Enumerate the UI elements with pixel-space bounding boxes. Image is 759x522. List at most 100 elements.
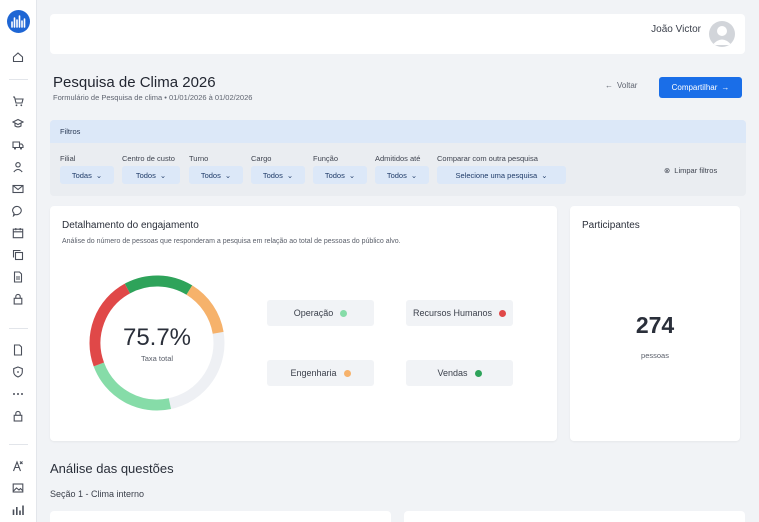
graduation-cap-icon[interactable] [11,116,25,130]
legend-dot [340,309,348,317]
filter-value: Todos [200,170,221,180]
clear-filters-button[interactable]: ⊗ Limpar filtros [664,166,717,175]
filter-admitidos-ate: Admitidos até Todos ⌄ [375,154,429,184]
legend-label: Recursos Humanos [412,308,493,318]
clear-filters-label: Limpar filtros [674,166,718,175]
filter-label: Cargo [251,154,272,163]
chevron-down-icon: ⌄ [348,170,356,180]
filter-comparar-select[interactable]: Selecione uma pesquisa ⌄ [437,166,566,184]
sidebar-divider [9,444,28,445]
filter-label: Admitidos até [375,154,421,163]
legend-item-engenharia[interactable]: Engenharia [267,360,374,386]
chevron-down-icon: ⌄ [410,170,418,180]
sidebar [0,0,37,522]
page-title: Pesquisa de Clima 2026 [53,74,216,91]
app-logo[interactable] [7,10,30,33]
filter-value: Todos [135,170,156,180]
calendar-icon[interactable] [11,226,25,240]
participants-count: 274 [635,312,675,338]
user-avatar-icon [712,26,732,45]
logo-icon [11,15,26,28]
filter-value: Todos [324,170,345,180]
shield-icon[interactable] [11,365,25,379]
engagement-title: Detalhamento do engajamento [62,220,199,231]
participants-caption: pessoas [641,351,669,360]
translate-icon[interactable] [11,459,25,473]
home-icon[interactable] [11,50,25,64]
file-icon[interactable] [11,343,25,357]
filter-cargo: Cargo Todos ⌄ [251,154,305,184]
legend-dot [343,369,351,377]
filters-panel: Filtros Filial Todas ⌄ Centro de custo T… [50,120,746,196]
legend-label: Vendas [437,368,468,378]
legend-label: Operação [293,308,334,318]
page-subtitle: Formulário de Pesquisa de clima • 01/01/… [53,93,253,102]
back-button-label: Voltar [617,81,638,90]
chart-icon[interactable] [11,503,25,517]
filter-filial: Filial Todas ⌄ [60,154,114,184]
donut-segment-operação [93,362,172,411]
chat-icon[interactable] [11,204,25,218]
legend-item-vendas[interactable]: Vendas [406,360,513,386]
filter-cargo-select[interactable]: Todos ⌄ [251,166,305,184]
cart-icon[interactable] [11,94,25,108]
question-card [404,511,745,522]
question-card [50,511,391,522]
truck-icon[interactable] [11,138,25,152]
filter-label: Turno [189,154,209,163]
filter-centro-de-custo: Centro de custo Todos ⌄ [122,154,180,184]
back-button[interactable]: ← Voltar [605,81,637,90]
legend-dot [499,309,507,317]
analysis-section-title: Seção 1 - Clima interno [50,489,145,499]
user-name[interactable]: João Victor [651,24,701,35]
filter-centro-select[interactable]: Todos ⌄ [122,166,180,184]
participants-title: Participantes [582,220,640,231]
more-icon[interactable] [11,387,25,401]
filter-turno: Turno Todos ⌄ [189,154,243,184]
chevron-down-icon: ⌄ [159,170,167,180]
filter-turno-select[interactable]: Todos ⌄ [189,166,243,184]
participants-card: Participantes 274 pessoas [570,206,740,441]
lock-icon[interactable] [11,292,25,306]
chevron-down-icon: ⌄ [95,170,103,180]
arrow-left-icon: ← [605,81,613,90]
filter-label: Função [313,154,339,163]
filter-label: Centro de custo [122,154,175,163]
engagement-rate-caption: Taxa total [140,354,174,363]
avatar[interactable] [709,21,735,47]
user-icon[interactable] [11,160,25,174]
sidebar-divider [9,79,28,80]
filter-funcao-select[interactable]: Todos ⌄ [313,166,367,184]
engagement-rate: 75.7% [122,324,192,351]
document-icon[interactable] [11,270,25,284]
legend-item-operacao[interactable]: Operação [267,300,374,326]
share-button-label: Compartilhar [671,83,718,92]
share-button[interactable]: Compartilhar → [659,77,742,98]
lock-icon[interactable] [11,409,25,423]
donut-segment-vendas [124,275,193,295]
chevron-down-icon: ⌄ [286,170,294,180]
filter-admitidos-select[interactable]: Todos ⌄ [375,166,429,184]
mail-icon[interactable] [11,182,25,196]
chevron-down-icon: ⌄ [541,170,548,180]
filter-value: Todos [386,170,407,180]
filters-header: Filtros [50,120,746,143]
filter-filial-select[interactable]: Todas ⌄ [60,166,114,184]
engagement-description: Análise do número de pessoas que respond… [62,238,401,245]
arrow-right-icon: → [721,83,730,92]
filter-funcao: Função Todos ⌄ [313,154,367,184]
sidebar-divider [9,328,28,329]
legend-dot [474,369,482,377]
filter-value: Selecione uma pesquisa [455,170,538,180]
filter-label: Comparar com outra pesquisa [437,154,538,163]
chevron-down-icon: ⌄ [224,170,232,180]
filter-value: Todas [71,170,92,180]
copy-icon[interactable] [11,248,25,262]
legend-item-recursos-humanos[interactable]: Recursos Humanos [406,300,513,326]
filter-value: Todos [262,170,283,180]
image-icon[interactable] [11,481,25,495]
legend-label: Engenharia [290,368,337,378]
engagement-card: Detalhamento do engajamento Análise do n… [50,206,557,441]
top-bar: João Victor [50,14,745,54]
filter-comparar: Comparar com outra pesquisa Selecione um… [437,154,566,184]
